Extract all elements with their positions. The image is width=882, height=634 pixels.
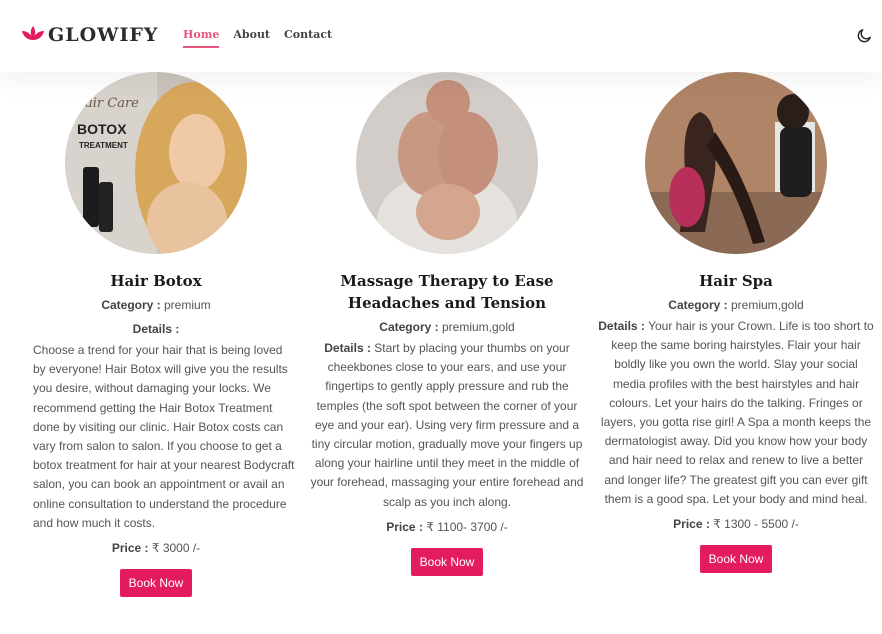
service-title: Hair Botox: [110, 272, 202, 290]
details-label: Details :: [16, 318, 296, 340]
service-details: Details : Start by placing your thumbs o…: [307, 339, 587, 512]
service-category: Category : premium,gold: [307, 316, 587, 338]
service-price: Price : ₹ 1300 - 5500 /-: [596, 513, 876, 535]
category-value: premium: [164, 298, 211, 312]
service-details: Details : Your hair is your Crown. Life …: [596, 317, 876, 509]
service-price: Price : ₹ 3000 /-: [16, 537, 296, 559]
book-now-button[interactable]: Book Now: [119, 569, 193, 598]
details-text: Your hair is your Crown. Life is too sho…: [600, 319, 874, 506]
service-category: Category : premium,gold: [596, 294, 876, 316]
moon-icon[interactable]: [856, 27, 873, 44]
massage-therapy-image: [356, 72, 538, 254]
category-value: premium,gold: [730, 298, 804, 312]
price-label: Price :: [386, 519, 423, 534]
service-card-hair-botox: air Care BOTOX TREATMENT Hair Botox Cate…: [16, 72, 296, 598]
service-price: Price : ₹ 1100- 3700 /-: [307, 516, 587, 538]
nav-links: Home About Contact: [183, 28, 332, 48]
price-value: ₹ 1300 - 5500 /-: [713, 517, 799, 532]
book-now-button[interactable]: Book Now: [410, 547, 484, 576]
book-now-button[interactable]: Book Now: [699, 545, 773, 574]
price-label: Price :: [673, 517, 710, 532]
brand-logo[interactable]: GLOWIFY: [20, 22, 158, 48]
service-category: Category : premium: [16, 294, 296, 316]
details-label: Details :: [324, 341, 371, 355]
service-title: Hair Spa: [699, 272, 773, 290]
details-text: Start by placing your thumbs on your che…: [310, 341, 584, 509]
image-text-treatment: TREATMENT: [79, 141, 128, 150]
image-text-hair-care: air Care: [85, 96, 139, 111]
price-value: ₹ 3000 /-: [151, 541, 201, 556]
hair-spa-image: [645, 72, 827, 254]
nav-contact-link[interactable]: Contact: [284, 28, 332, 48]
price-value: ₹ 1100- 3700 /-: [426, 519, 508, 534]
category-label: Category :: [379, 320, 439, 334]
brand-name: GLOWIFY: [48, 24, 159, 46]
service-card-massage-therapy: Massage Therapy to Ease Headaches and Te…: [307, 72, 587, 576]
category-label: Category :: [668, 298, 728, 312]
category-label: Category :: [101, 298, 161, 312]
hair-botox-image: air Care BOTOX TREATMENT: [65, 72, 247, 254]
lotus-icon: [22, 26, 44, 40]
image-text-botox: BOTOX: [77, 121, 127, 137]
nav-home-link[interactable]: Home: [183, 28, 220, 48]
service-card-hair-spa: Hair Spa Category : premium,gold Details…: [596, 72, 876, 574]
details-label: Details :: [598, 319, 645, 333]
services-grid: air Care BOTOX TREATMENT Hair Botox Cate…: [0, 72, 882, 634]
category-value: premium,gold: [441, 320, 515, 334]
navbar: GLOWIFY Home About Contact: [0, 0, 882, 72]
nav-about-link[interactable]: About: [233, 28, 270, 48]
service-details: Choose a trend for your hair that is bei…: [33, 343, 295, 530]
service-title: Massage Therapy to Ease Headaches and Te…: [340, 272, 554, 312]
price-label: Price :: [111, 541, 149, 556]
details-label-text: Details :: [132, 322, 180, 336]
